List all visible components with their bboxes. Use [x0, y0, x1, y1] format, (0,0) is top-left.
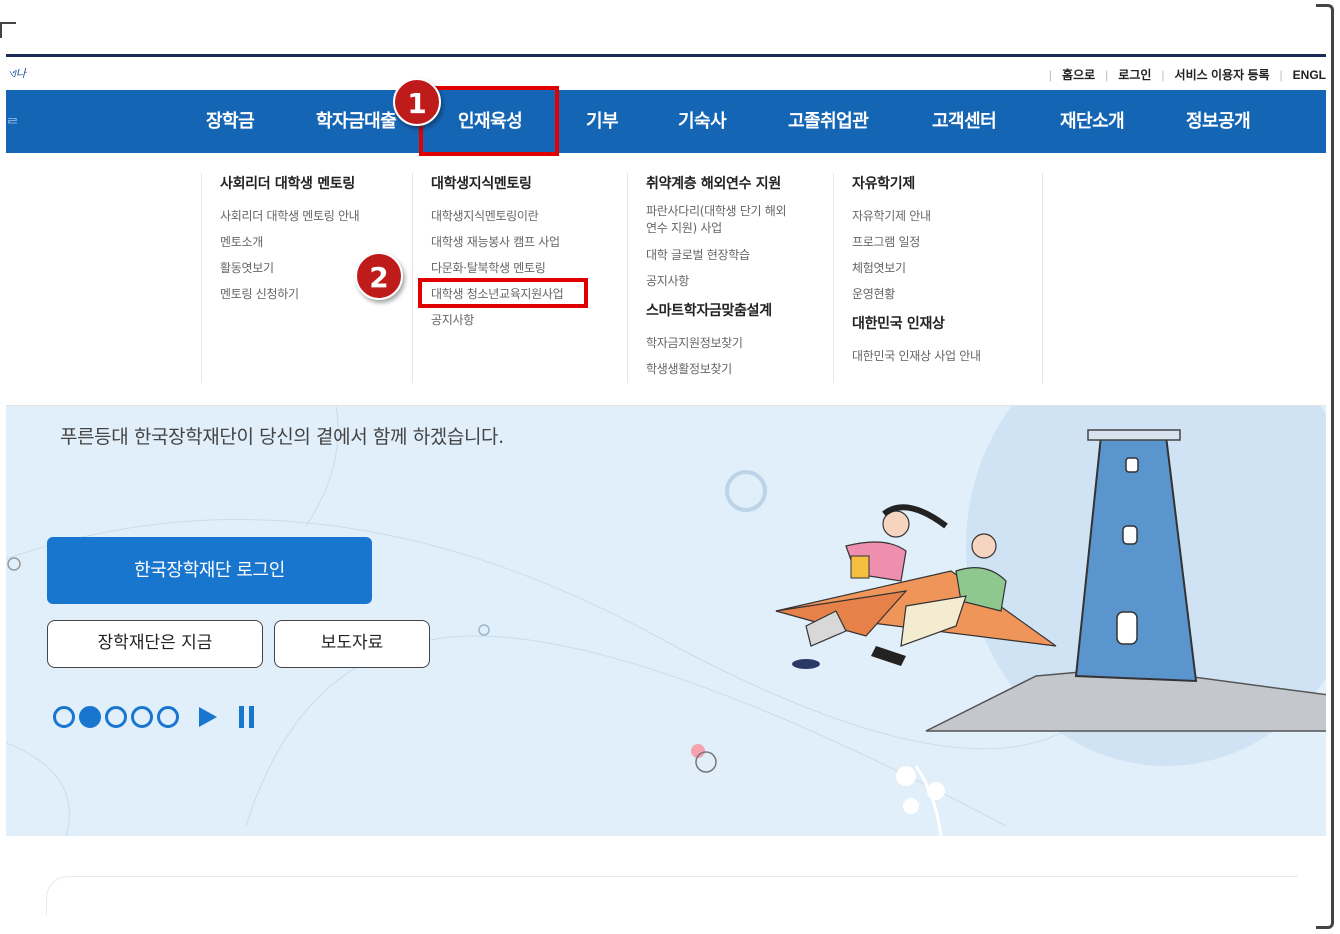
- callout-box-youth-education: [418, 278, 588, 308]
- menu-heading[interactable]: 대한민국 인재상: [852, 313, 1042, 333]
- login-link[interactable]: 로그인: [1118, 66, 1151, 83]
- main-navigation: ᄅ 장학금 학자금대출 인재육성 기부 기숙사 고졸취업관 고객센터 재단소개 …: [6, 90, 1326, 153]
- nav-dormitory[interactable]: 기숙사: [678, 90, 727, 153]
- menu-column-overseas-training: 취약계층 해외연수 지원 파란사다리(대학생 단기 해외연수 지원) 사업 대학…: [627, 173, 833, 383]
- slide-dot[interactable]: [131, 706, 153, 728]
- menu-link[interactable]: 자유학기제 안내: [852, 203, 1042, 229]
- menu-link[interactable]: 파란사다리(대학생 단기 해외연수 지원) 사업: [646, 203, 796, 237]
- menu-column-free-semester: 자유학기제 자유학기제 안내 프로그램 일정 체험엿보기 운영현황 대한민국 인…: [833, 173, 1043, 383]
- nav-employment[interactable]: 고졸취업관: [788, 90, 869, 153]
- english-link[interactable]: ENGL: [1293, 68, 1326, 82]
- play-icon[interactable]: [199, 707, 217, 727]
- frame-corner: [0, 22, 16, 24]
- menu-heading[interactable]: 스마트학자금맞춤설계: [646, 300, 833, 320]
- menu-heading[interactable]: 사회리더 대학생 멘토링: [220, 173, 412, 193]
- slide-dot[interactable]: [157, 706, 179, 728]
- nav-customer-center[interactable]: 고객센터: [932, 90, 997, 153]
- menu-link[interactable]: 체험엿보기: [852, 255, 1042, 281]
- home-link[interactable]: 홈으로: [1062, 66, 1095, 83]
- nav-fragment: ᄅ: [6, 117, 19, 133]
- content-panel: [46, 876, 1298, 916]
- slide-dot-active[interactable]: [79, 706, 101, 728]
- nav-scholarship[interactable]: 장학금: [206, 90, 255, 153]
- menu-link[interactable]: 공지사항: [646, 268, 833, 294]
- step-badge-2: 2: [355, 252, 403, 300]
- utility-links: | 홈으로 | 로그인 | 서비스 이용자 등록 | ENGL: [1048, 66, 1326, 83]
- hero-tagline: 푸른등대 한국장학재단이 당신의 곁에서 함께 하겠습니다.: [60, 426, 504, 448]
- register-link[interactable]: 서비스 이용자 등록: [1175, 66, 1270, 83]
- pause-icon[interactable]: [239, 706, 259, 728]
- press-release-button[interactable]: 보도자료: [274, 620, 430, 668]
- slide-dot[interactable]: [105, 706, 127, 728]
- menu-link[interactable]: 대한민국 인재상 사업 안내: [852, 343, 1042, 369]
- hero-banner: 푸른등대 한국장학재단이 당신의 곁에서 함께 하겠습니다. 한국장학재단 로그…: [6, 406, 1326, 836]
- mega-menu: 사회리더 대학생 멘토링 사회리더 대학생 멘토링 안내 멘토소개 활동엿보기 …: [6, 153, 1326, 406]
- logo[interactable]: ଏ나: [8, 65, 26, 81]
- step-badge-1: 1: [393, 78, 441, 126]
- menu-link[interactable]: 프로그램 일정: [852, 229, 1042, 255]
- menu-heading[interactable]: 자유학기제: [852, 173, 1042, 193]
- menu-link[interactable]: 멘토소개: [220, 229, 412, 255]
- menu-link[interactable]: 사회리더 대학생 멘토링 안내: [220, 203, 412, 229]
- kosaf-login-button[interactable]: 한국장학재단 로그인: [47, 537, 372, 604]
- menu-link[interactable]: 대학생 재능봉사 캠프 사업: [431, 229, 627, 255]
- nav-student-loan[interactable]: 학자금대출: [316, 90, 397, 153]
- utility-bar: ଏ나 | 홈으로 | 로그인 | 서비스 이용자 등록 | ENGL: [6, 54, 1326, 90]
- menu-heading[interactable]: 취약계층 해외연수 지원: [646, 173, 833, 193]
- menu-link[interactable]: 학자금지원정보찾기: [646, 330, 833, 356]
- slide-dot[interactable]: [53, 706, 75, 728]
- menu-link[interactable]: 공지사항: [431, 307, 627, 333]
- nav-disclosure[interactable]: 정보공개: [1186, 90, 1251, 153]
- menu-link[interactable]: 학생생활정보찾기: [646, 356, 833, 382]
- menu-heading[interactable]: 대학생지식멘토링: [431, 173, 627, 193]
- slider-controls: [53, 706, 259, 728]
- nav-about[interactable]: 재단소개: [1060, 90, 1125, 153]
- menu-link[interactable]: 운영현황: [852, 281, 1042, 307]
- foundation-now-button[interactable]: 장학재단은 지금: [47, 620, 263, 668]
- menu-link[interactable]: 대학생지식멘토링이란: [431, 203, 627, 229]
- menu-link[interactable]: 대학 글로벌 현장학습: [646, 242, 833, 268]
- frame-corner: [0, 22, 2, 38]
- nav-donation[interactable]: 기부: [586, 90, 619, 153]
